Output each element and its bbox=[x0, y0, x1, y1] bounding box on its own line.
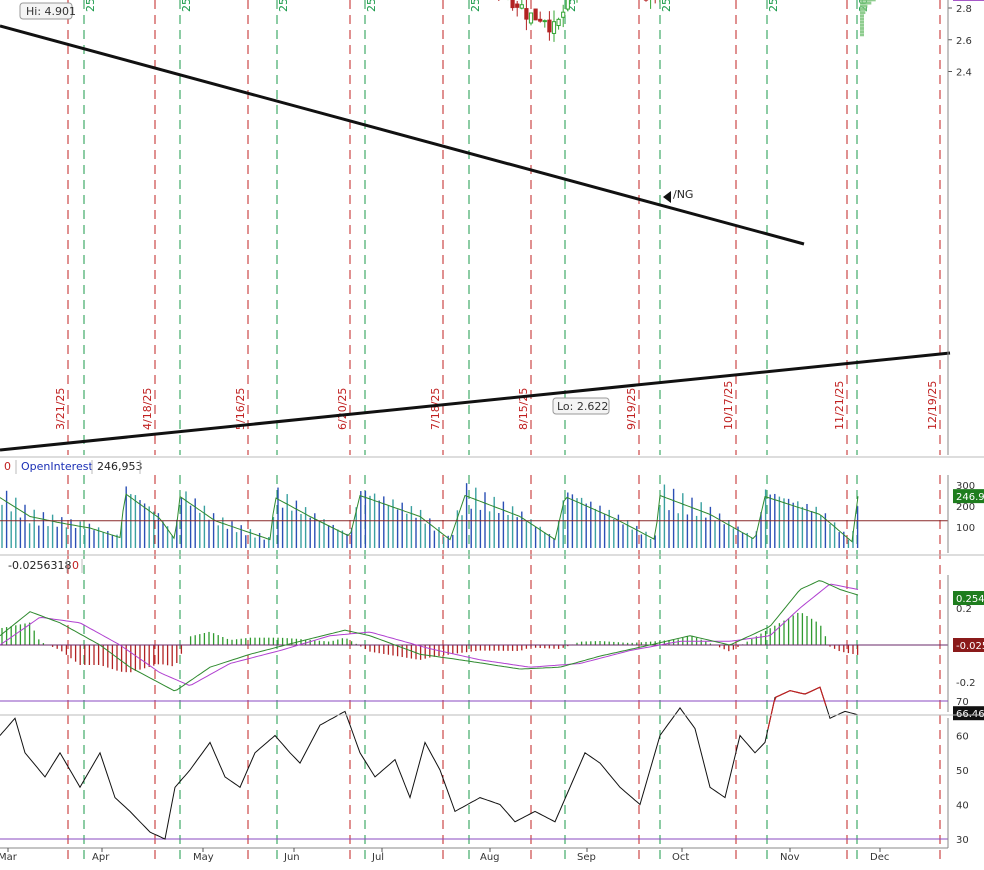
candle-body bbox=[525, 9, 528, 20]
macd-tag-pos-text: 0.254 bbox=[956, 594, 984, 605]
candle-body bbox=[516, 4, 519, 7]
month-label: May bbox=[193, 852, 214, 863]
volume-profile-bar bbox=[860, 18, 864, 21]
price-tick-label: 2.6 bbox=[956, 36, 972, 47]
weekly-top-label: 25 bbox=[365, 0, 378, 12]
chart-stage: 3/21/254/18/255/16/256/20/257/18/258/15/… bbox=[0, 0, 984, 866]
expiry-date-label: 8/15/25 bbox=[517, 388, 530, 430]
hi-label-text: Hi: 4.901 bbox=[26, 5, 76, 18]
price-tick-label: 2.8 bbox=[956, 4, 972, 15]
volume-profile-bar bbox=[860, 8, 867, 11]
volume-profile-bar bbox=[860, 0, 876, 1]
weekly-top-label: 25 bbox=[469, 0, 482, 12]
expiry-date-label: 12/19/25 bbox=[926, 381, 939, 430]
oi-value: 246,953 bbox=[97, 460, 143, 473]
macd-tick-label: -0.2 bbox=[956, 678, 976, 689]
weekly-top-label: 25 bbox=[180, 0, 193, 12]
weekly-top-label: 25 bbox=[277, 0, 290, 12]
rsi-tick-label: 30 bbox=[956, 835, 969, 846]
candle-body bbox=[552, 22, 555, 34]
candle-body bbox=[543, 21, 546, 22]
month-label: Oct bbox=[672, 852, 689, 863]
oi-tag-text: 246.9 bbox=[956, 492, 984, 503]
oi-header: 0 OpenInterest 246,953 bbox=[0, 457, 984, 475]
hi-label: Hi: 4.901 bbox=[20, 3, 76, 19]
candle-body bbox=[520, 5, 523, 8]
volume-profile-bar bbox=[860, 21, 864, 24]
volume-profile-bar bbox=[860, 14, 864, 17]
expiry-date-label: 9/19/25 bbox=[625, 388, 638, 430]
volume-profile-bar bbox=[860, 27, 864, 30]
month-label: Jun bbox=[283, 852, 300, 863]
expiry-date-label: 10/17/25 bbox=[722, 381, 735, 430]
candle-body bbox=[529, 13, 532, 23]
price-tick-label: 2.4 bbox=[956, 68, 972, 79]
expiry-date-label: 3/21/25 bbox=[54, 388, 67, 430]
weekly-top-label: 25 bbox=[84, 0, 97, 12]
expiry-date-label: 7/18/25 bbox=[429, 388, 442, 430]
weekly-top-label: 25 bbox=[767, 0, 780, 12]
volume-profile-bar bbox=[860, 30, 864, 33]
volume-profile-bar bbox=[860, 11, 865, 14]
lo-label: Lo: 2.622 bbox=[553, 398, 609, 414]
candle-body bbox=[562, 12, 565, 17]
price-tag-text: 2.889 bbox=[956, 0, 984, 1]
oi-title: OpenInterest bbox=[21, 460, 93, 473]
candle-body bbox=[534, 9, 537, 20]
volume-profile-bar bbox=[860, 2, 871, 5]
oi-index: 0 bbox=[4, 460, 11, 473]
oi-tick-label: 200 bbox=[956, 502, 975, 513]
candle-body bbox=[539, 19, 542, 21]
oi-tick-label: 100 bbox=[956, 523, 975, 534]
symbol-label: /NG bbox=[673, 188, 693, 201]
month-label: Nov bbox=[780, 852, 800, 863]
candle-body bbox=[557, 19, 560, 25]
lo-label-text: Lo: 2.622 bbox=[557, 400, 608, 413]
month-label: Apr bbox=[92, 852, 110, 863]
expiry-date-label: 11/21/25 bbox=[833, 381, 846, 430]
month-label: Sep bbox=[577, 852, 596, 863]
macd-value: -0.0256318 bbox=[8, 559, 71, 572]
expiry-date-label: 6/20/25 bbox=[336, 388, 349, 430]
ng-chart[interactable]: 3/21/254/18/255/16/256/20/257/18/258/15/… bbox=[0, 0, 984, 866]
month-label: Dec bbox=[870, 852, 889, 863]
rsi-tick-label: 50 bbox=[956, 766, 969, 777]
month-label: Aug bbox=[480, 852, 500, 863]
macd-tag-neg-text: -0.025 bbox=[956, 641, 984, 652]
volume-profile-bar bbox=[860, 33, 864, 36]
month-label: Mar bbox=[0, 852, 18, 863]
month-label: Jul bbox=[371, 852, 384, 863]
volume-profile-bar bbox=[860, 24, 864, 27]
macd-index: 0 bbox=[72, 559, 79, 572]
candle-body bbox=[511, 0, 514, 8]
volume-profile-bar bbox=[860, 5, 867, 8]
background bbox=[0, 0, 984, 866]
rsi-tick-label: 40 bbox=[956, 801, 969, 812]
expiry-date-label: 4/18/25 bbox=[141, 388, 154, 430]
macd-tick-label: 0.2 bbox=[956, 604, 972, 615]
candle-body bbox=[566, 0, 569, 9]
candle-body bbox=[548, 20, 551, 32]
rsi-tick-label: 60 bbox=[956, 732, 969, 743]
weekly-top-label: 25 bbox=[660, 0, 673, 12]
